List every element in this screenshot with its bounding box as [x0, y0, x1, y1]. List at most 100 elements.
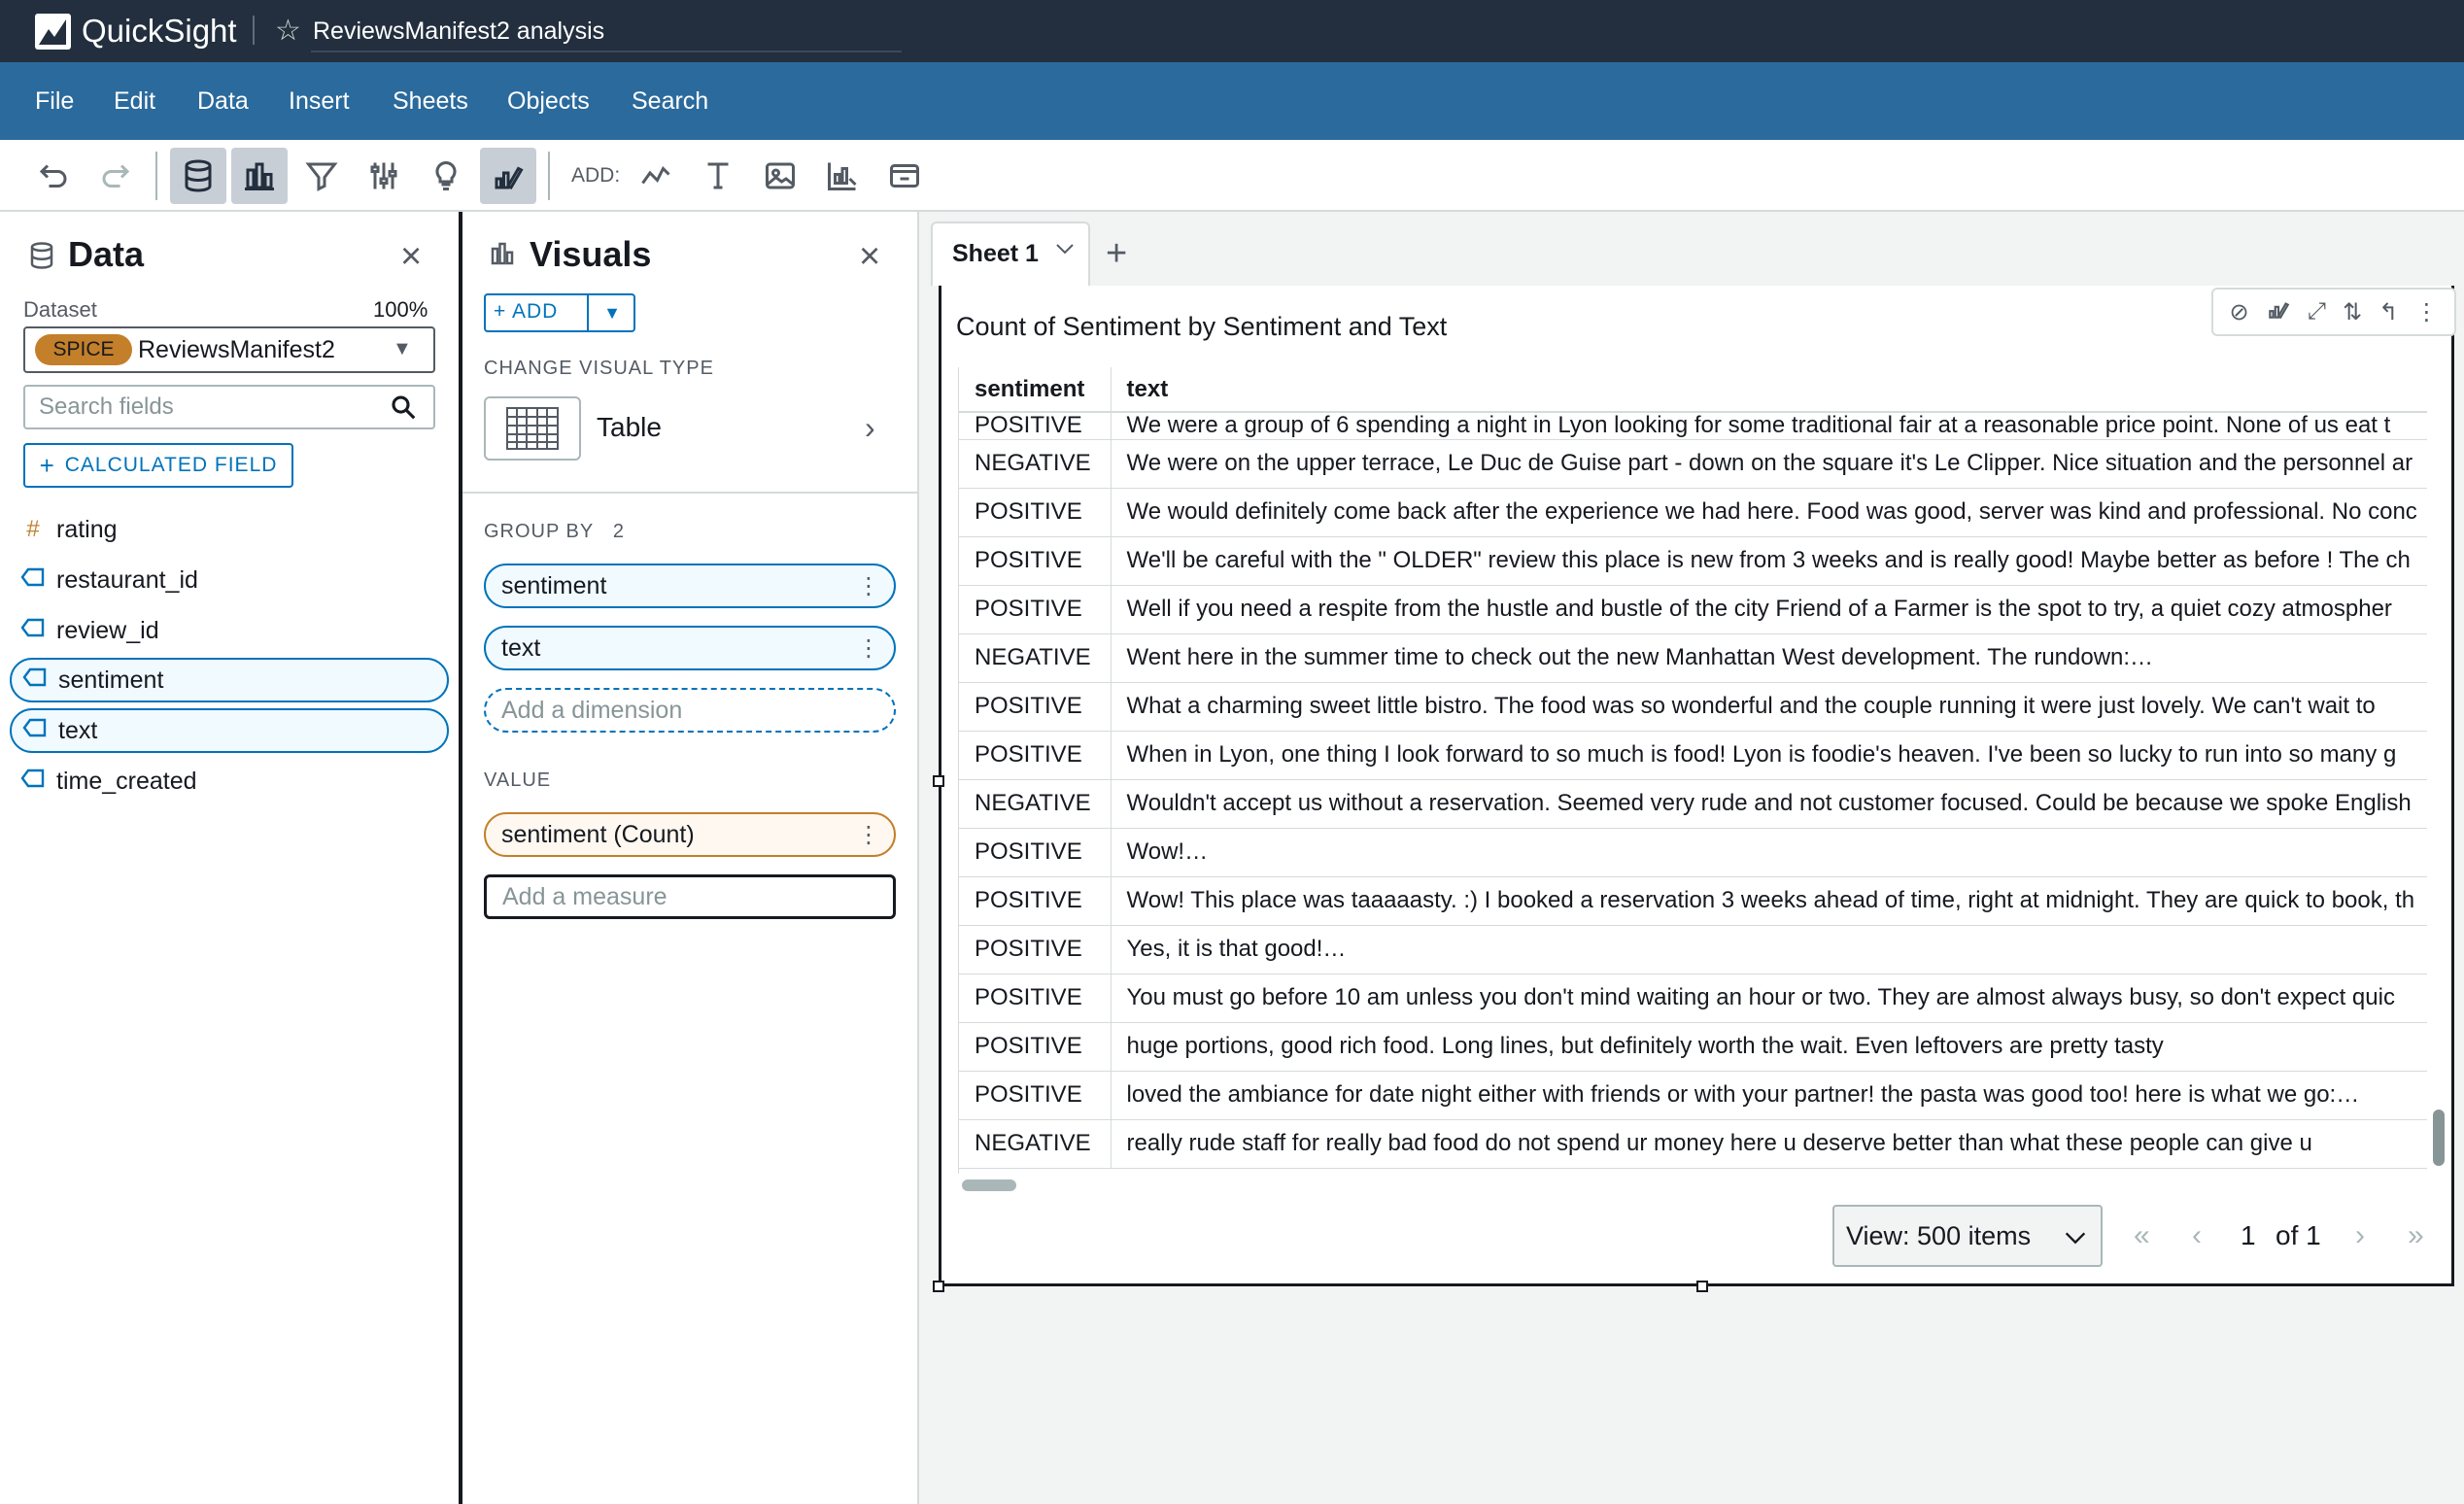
previous-page-icon[interactable]: ‹ — [2192, 1216, 2202, 1255]
exclude-icon[interactable]: ⊘ — [2230, 298, 2249, 326]
dataset-caret-icon[interactable]: ▼ — [393, 338, 412, 360]
menu-edit[interactable]: Edit — [114, 62, 155, 140]
cell-text[interactable]: Wouldn't accept us without a reservation… — [1111, 779, 2427, 829]
filter-icon[interactable] — [293, 148, 350, 204]
add-visual-label[interactable]: + ADD — [494, 293, 558, 332]
table-row[interactable]: POSITIVE huge portions, good rich food. L… — [959, 1022, 2427, 1072]
table-row[interactable]: POSITIVE We'll be careful with the " OLDE… — [959, 536, 2427, 586]
star-icon[interactable]: ☆ — [275, 14, 301, 49]
cell-text[interactable]: Wow! This place was taaaaasty. :) I book… — [1111, 876, 2427, 926]
table-row[interactable]: POSITIVE Wow! This place was taaaaasty. :… — [959, 876, 2427, 926]
insights-icon[interactable] — [418, 148, 474, 204]
cell-sentiment[interactable]: NEGATIVE — [959, 439, 1112, 489]
cell-text[interactable]: We would definitely come back after the … — [1111, 488, 2427, 537]
table-row[interactable]: POSITIVE Wow!… — [959, 828, 2427, 877]
add-visual-icon[interactable] — [628, 148, 684, 204]
add-visual-dropdown-icon[interactable]: ▼ — [593, 293, 632, 332]
cell-text[interactable]: huge portions, good rich food. Long line… — [1111, 1022, 2427, 1072]
menu-objects[interactable]: Objects — [507, 62, 590, 140]
search-fields-input[interactable] — [23, 385, 435, 429]
add-sheet-icon[interactable]: + — [1106, 231, 1127, 276]
parameters-icon[interactable] — [356, 148, 412, 204]
table-row[interactable]: NEGATIVE really rude staff for really bad… — [959, 1119, 2427, 1169]
cell-text[interactable]: You must go before 10 am unless you don'… — [1111, 974, 2427, 1023]
field-review-id[interactable]: review_id — [10, 608, 449, 653]
menu-insert[interactable]: Insert — [289, 62, 350, 140]
first-page-icon[interactable]: « — [2134, 1216, 2150, 1255]
value-field-sentiment-count[interactable]: sentiment (Count) ⋮ — [484, 812, 896, 857]
cell-sentiment[interactable]: POSITIVE — [959, 488, 1112, 537]
table-row[interactable]: NEGATIVE Wouldn't accept us without a res… — [959, 779, 2427, 829]
more-options-icon[interactable]: ⋮ — [857, 635, 880, 663]
cell-text[interactable]: We'll be careful with the " OLDER" revie… — [1111, 536, 2427, 586]
add-text-icon[interactable] — [690, 148, 746, 204]
close-visuals-panel-icon[interactable]: × — [859, 237, 880, 276]
vertical-scrollbar[interactable] — [2433, 1110, 2445, 1166]
table-viewport[interactable]: sentiment text POSITIVE We were a group o… — [958, 367, 2427, 1174]
format-visual-icon[interactable] — [480, 148, 536, 204]
view-items-select[interactable]: View: 500 items — [1832, 1205, 2103, 1267]
more-options-icon[interactable]: ⋮ — [2414, 298, 2438, 326]
cell-text[interactable]: Yes, it is that good!… — [1111, 925, 2427, 974]
menu-data[interactable]: Data — [197, 62, 249, 140]
cell-sentiment[interactable]: POSITIVE — [959, 974, 1112, 1023]
table-row[interactable]: NEGATIVE We were on the upper terrace, Le… — [959, 439, 2427, 489]
cell-sentiment[interactable]: POSITIVE — [959, 828, 1112, 877]
table-row[interactable]: POSITIVE Yes, it is that good!… — [959, 925, 2427, 974]
cell-sentiment[interactable]: POSITIVE — [959, 925, 1112, 974]
cell-text[interactable]: Wow!… — [1111, 828, 2427, 877]
table-row[interactable]: POSITIVE You must go before 10 am unless … — [959, 974, 2427, 1023]
resize-handle-left[interactable] — [933, 775, 944, 787]
field-time-created[interactable]: time_created — [10, 759, 449, 803]
chevron-right-icon[interactable]: › — [865, 408, 875, 447]
cell-sentiment[interactable]: POSITIVE — [959, 682, 1112, 732]
cell-sentiment[interactable]: POSITIVE — [959, 876, 1112, 926]
column-header-text[interactable]: text — [1111, 367, 2427, 413]
menu-sheets[interactable]: Sheets — [393, 62, 468, 140]
cell-sentiment[interactable]: NEGATIVE — [959, 1119, 1112, 1169]
table-visual-type-icon[interactable] — [484, 396, 581, 461]
table-row[interactable]: POSITIVE We were a group of 6 spending a … — [959, 412, 2427, 440]
cell-text[interactable]: What a charming sweet little bistro. The… — [1111, 682, 2427, 732]
cell-text[interactable]: Well if you need a respite from the hust… — [1111, 585, 2427, 634]
table-row[interactable]: POSITIVE When in Lyon, one thing I look f… — [959, 731, 2427, 780]
cell-text[interactable]: We were on the upper terrace, Le Duc de … — [1111, 439, 2427, 489]
field-restaurant-id[interactable]: restaurant_id — [10, 558, 449, 602]
cell-text[interactable]: loved the ambiance for date night either… — [1111, 1071, 2427, 1120]
quicksight-logo-icon[interactable] — [35, 14, 71, 50]
field-sentiment[interactable]: sentiment — [10, 658, 449, 702]
cell-sentiment[interactable]: NEGATIVE — [959, 779, 1112, 829]
close-data-panel-icon[interactable]: × — [400, 237, 422, 276]
table-row[interactable]: NEGATIVE Went here in the summer time to … — [959, 633, 2427, 683]
more-options-icon[interactable]: ⋮ — [857, 822, 880, 849]
sort-icon[interactable]: ⇅ — [2343, 298, 2362, 326]
add-image-icon[interactable] — [752, 148, 808, 204]
table-row[interactable]: POSITIVE What a charming sweet little bis… — [959, 682, 2427, 732]
menu-search[interactable]: Search — [632, 62, 708, 140]
redo-icon[interactable] — [87, 148, 144, 204]
next-page-icon[interactable]: › — [2355, 1216, 2365, 1255]
group-by-field-text[interactable]: text ⋮ — [484, 626, 896, 670]
cell-sentiment[interactable]: POSITIVE — [959, 731, 1112, 780]
group-by-field-sentiment[interactable]: sentiment ⋮ — [484, 564, 896, 608]
cell-sentiment[interactable]: POSITIVE — [959, 1071, 1112, 1120]
cell-sentiment[interactable]: POSITIVE — [959, 412, 1112, 440]
cell-sentiment[interactable]: NEGATIVE — [959, 633, 1112, 683]
last-page-icon[interactable]: » — [2408, 1216, 2424, 1255]
cell-text[interactable]: really rude staff for really bad food do… — [1111, 1119, 2427, 1169]
visual-type-name[interactable]: Table — [597, 410, 662, 445]
cell-sentiment[interactable]: POSITIVE — [959, 585, 1112, 634]
add-embed-icon[interactable] — [876, 148, 933, 204]
table-row[interactable]: POSITIVE loved the ambiance for date nigh… — [959, 1071, 2427, 1120]
sheet-tab-label[interactable]: Sheet 1 — [952, 237, 1039, 270]
resize-handle-bottom-left[interactable] — [933, 1281, 944, 1292]
add-dimension-dropzone[interactable]: Add a dimension — [484, 688, 896, 733]
search-icon[interactable] — [389, 393, 418, 427]
chevron-down-icon[interactable] — [1053, 237, 1077, 270]
format-visual-icon[interactable] — [2266, 296, 2291, 328]
calculated-field-button[interactable]: + CALCULATED FIELD — [23, 443, 293, 488]
field-text[interactable]: text — [10, 708, 449, 753]
table-row[interactable]: POSITIVE Well if you need a respite from … — [959, 585, 2427, 634]
undo-icon[interactable] — [25, 148, 82, 204]
horizontal-scrollbar[interactable] — [962, 1179, 1016, 1191]
